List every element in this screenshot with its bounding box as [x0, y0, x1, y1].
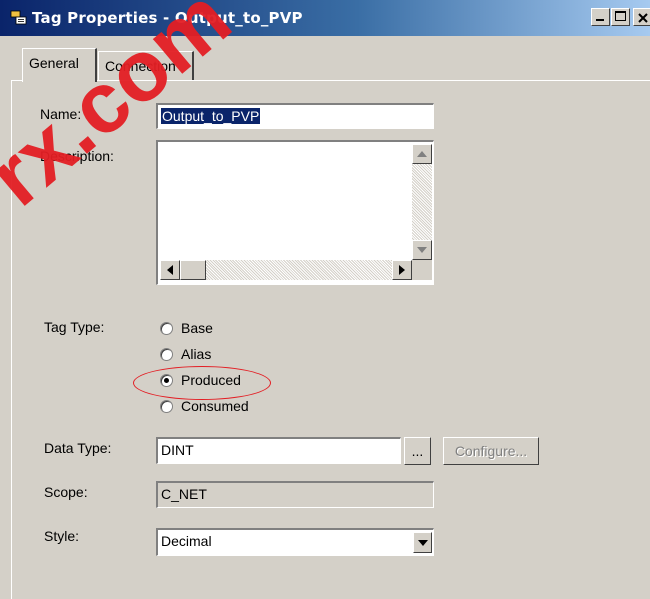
style-select[interactable]: Decimal	[156, 528, 434, 556]
scroll-left-button[interactable]	[160, 260, 180, 280]
radio-alias-label: Alias	[181, 346, 212, 362]
arrow-up-icon	[417, 151, 427, 157]
arrow-right-icon	[399, 265, 405, 275]
tab-general-label: General	[29, 55, 79, 71]
tab-connection-label: Connection	[105, 58, 176, 74]
data-type-label: Data Type:	[44, 440, 112, 456]
tab-general[interactable]: General	[22, 48, 97, 82]
minimize-button[interactable]	[591, 8, 610, 26]
tag-type-label: Tag Type:	[44, 319, 105, 335]
title-bar[interactable]: Tag Properties - Output_to_PVP	[0, 0, 650, 36]
minimize-icon	[596, 19, 604, 21]
radio-button-consumed[interactable]	[160, 399, 173, 413]
browse-button-label: ...	[411, 443, 424, 459]
scroll-up-button[interactable]	[412, 144, 432, 164]
arrow-left-icon	[167, 265, 173, 275]
radio-alias[interactable]: Alias	[160, 344, 249, 364]
chevron-down-icon	[417, 539, 428, 546]
scope-value: C_NET	[161, 486, 207, 502]
description-input[interactable]	[156, 140, 434, 285]
style-dropdown-button[interactable]	[413, 532, 432, 553]
scroll-horizontal-thumb[interactable]	[180, 260, 206, 280]
configure-button-label: Configure...	[454, 443, 528, 459]
name-label: Name:	[40, 106, 82, 122]
browse-data-type-button[interactable]: ...	[404, 437, 431, 465]
style-label: Style:	[44, 528, 80, 544]
scroll-right-button[interactable]	[392, 260, 412, 280]
scope-label: Scope:	[44, 484, 88, 500]
radio-button-base[interactable]	[160, 321, 173, 335]
radio-base[interactable]: Base	[160, 318, 249, 338]
scroll-down-button[interactable]	[412, 240, 432, 260]
radio-button-alias[interactable]	[160, 347, 173, 361]
data-type-input[interactable]: DINT	[156, 437, 401, 464]
tag-properties-icon	[10, 9, 28, 27]
maximize-icon	[615, 11, 626, 21]
description-label: Description:	[40, 148, 114, 164]
radio-base-label: Base	[181, 320, 213, 336]
configure-button[interactable]: Configure...	[443, 437, 539, 465]
produced-highlight-ellipse	[133, 366, 271, 400]
close-icon	[638, 13, 648, 23]
radio-consumed-label: Consumed	[181, 398, 249, 414]
style-value: Decimal	[161, 533, 212, 549]
name-value: Output_to_PVP	[161, 108, 261, 124]
name-input[interactable]: Output_to_PVP	[156, 103, 434, 129]
window-title: Tag Properties - Output_to_PVP	[32, 9, 303, 27]
scope-field: C_NET	[156, 481, 434, 508]
maximize-button[interactable]	[611, 8, 630, 26]
data-type-value: DINT	[161, 442, 194, 458]
close-button[interactable]	[633, 8, 650, 26]
tab-connection[interactable]: Connection	[98, 51, 194, 81]
scrollbar-corner	[412, 260, 432, 280]
arrow-down-icon	[417, 247, 427, 253]
